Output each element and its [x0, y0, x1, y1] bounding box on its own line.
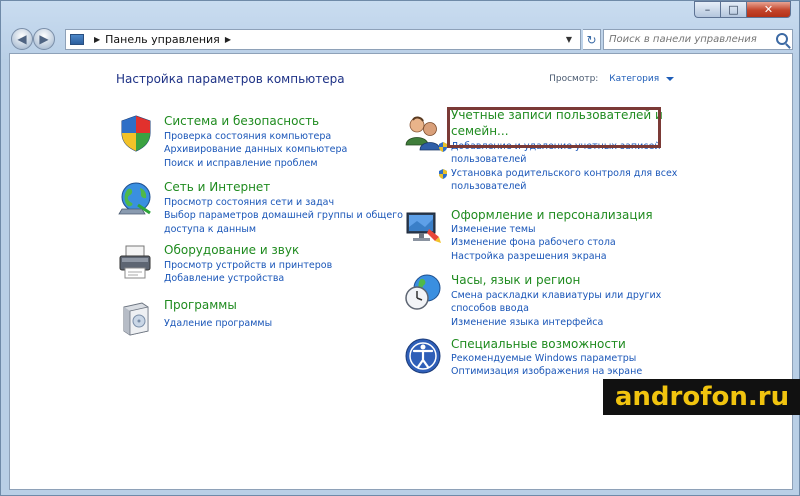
link-backup-computer[interactable]: Архивирование данных компьютера	[164, 143, 347, 156]
control-panel-window: – □ ✕ ◀ ▶ ▶ Панель управления ▶ ▼ ↻ Наст…	[0, 0, 800, 496]
link-screen-resolution[interactable]: Настройка разрешения экрана	[451, 250, 616, 263]
link-view-devices-printers[interactable]: Просмотр устройств и принтеров	[164, 259, 332, 272]
category-title[interactable]: Оформление и персонализация	[451, 207, 653, 223]
search-icon[interactable]	[776, 33, 788, 45]
control-panel-icon	[70, 34, 84, 45]
category-network-internet: Сеть и Интернет Просмотр состояния сети …	[116, 179, 403, 239]
link-homegroup-options[interactable]: Выбор параметров домашней группы и общег…	[164, 209, 403, 222]
category-clock-language-region: Часы, язык и регион Смена раскладки клав…	[403, 272, 703, 329]
category-links: Просмотр состояния сети и задач Выбор па…	[164, 196, 403, 236]
category-appearance: Оформление и персонализация Изменение те…	[403, 207, 703, 262]
category-links: Проверка состояния компьютера Архивирова…	[164, 130, 347, 170]
link-change-background[interactable]: Изменение фона рабочего стола	[451, 236, 616, 249]
link-uninstall-program[interactable]: Удаление программы	[164, 317, 272, 330]
category-hardware-sound: Оборудование и звук Просмотр устройств и…	[116, 242, 396, 292]
category-ease-of-access: Специальные возможности Рекомендуемые Wi…	[403, 336, 703, 381]
highlight-frame	[447, 107, 661, 148]
security-shield-icon	[121, 115, 151, 152]
category-links: Удаление программы	[164, 317, 272, 330]
address-bar[interactable]: ▶ Панель управления ▶ ▼	[65, 29, 581, 50]
page-title: Настройка параметров компьютера	[116, 72, 345, 86]
ease-of-access-icon	[405, 338, 441, 374]
users-icon	[405, 116, 441, 151]
clock-globe-icon	[405, 274, 441, 310]
address-dropdown-icon[interactable]: ▼	[566, 35, 572, 44]
link-troubleshoot[interactable]: Поиск и исправление проблем	[164, 157, 347, 170]
link-parental-controls-cont[interactable]: пользователей	[451, 180, 677, 193]
link-add-device[interactable]: Добавление устройства	[164, 272, 332, 285]
category-title[interactable]: Программы	[164, 297, 237, 313]
category-links: Смена раскладки клавиатуры или других сп…	[451, 289, 661, 329]
link-parental-controls[interactable]: Установка родительского контроля для все…	[438, 167, 677, 180]
close-button[interactable]: ✕	[746, 1, 791, 18]
category-links: Просмотр устройств и принтеров Добавлени…	[164, 259, 332, 286]
link-change-display-language[interactable]: Изменение языка интерфейса	[451, 316, 661, 329]
category-programs: Программы Удаление программы	[116, 297, 396, 341]
link-view-network-status[interactable]: Просмотр состояния сети и задач	[164, 196, 403, 209]
refresh-button[interactable]: ↻	[583, 29, 601, 50]
link-homegroup-options-cont[interactable]: доступа к данным	[164, 223, 403, 236]
category-links: Изменение темы Изменение фона рабочего с…	[451, 223, 616, 263]
link-change-theme[interactable]: Изменение темы	[451, 223, 616, 236]
category-title[interactable]: Система и безопасность	[164, 113, 319, 129]
uac-shield-icon	[439, 168, 447, 179]
printer-icon	[119, 245, 151, 279]
category-title[interactable]: Оборудование и звук	[164, 242, 299, 258]
search-box[interactable]	[603, 29, 793, 50]
caption-buttons: – □ ✕	[694, 1, 791, 18]
link-recommended-settings[interactable]: Рекомендуемые Windows параметры	[451, 352, 642, 365]
breadcrumb-arrow-icon[interactable]: ▶	[225, 35, 231, 44]
link-change-keyboard-cont[interactable]: способов ввода	[451, 302, 661, 315]
minimize-button[interactable]: –	[694, 1, 720, 18]
programs-box-icon	[123, 302, 149, 336]
forward-button[interactable]: ▶	[33, 28, 55, 50]
view-selector: Просмотр: Категория	[549, 74, 674, 84]
content-area: Настройка параметров компьютера Просмотр…	[9, 53, 793, 490]
category-title[interactable]: Сеть и Интернет	[164, 179, 270, 195]
watermark: androfon.ru	[603, 379, 800, 415]
link-check-computer-status[interactable]: Проверка состояния компьютера	[164, 130, 347, 143]
category-links: Рекомендуемые Windows параметры Оптимиза…	[451, 352, 642, 379]
view-dropdown[interactable]: Категория	[609, 74, 659, 84]
breadcrumb-arrow-icon[interactable]: ▶	[94, 35, 100, 44]
link-add-remove-accounts-cont[interactable]: пользователей	[451, 153, 677, 166]
maximize-button[interactable]: □	[720, 1, 746, 18]
category-system-security: Система и безопасность Проверка состояни…	[116, 113, 396, 173]
appearance-monitor-icon	[406, 212, 441, 243]
view-label: Просмотр:	[549, 74, 599, 84]
link-change-keyboard[interactable]: Смена раскладки клавиатуры или других	[451, 289, 661, 302]
navigation-toolbar: ◀ ▶ ▶ Панель управления ▶ ▼ ↻	[9, 27, 793, 53]
link-optimize-display[interactable]: Оптимизация изображения на экране	[451, 365, 642, 378]
search-input[interactable]	[609, 34, 769, 45]
network-globe-icon	[118, 182, 151, 215]
back-button[interactable]: ◀	[11, 28, 33, 50]
link-text: Установка родительского контроля для все…	[451, 167, 678, 179]
chevron-down-icon[interactable]	[666, 76, 674, 81]
breadcrumb-control-panel[interactable]: Панель управления	[105, 33, 220, 46]
category-title[interactable]: Специальные возможности	[451, 336, 626, 352]
category-title[interactable]: Часы, язык и регион	[451, 272, 580, 288]
